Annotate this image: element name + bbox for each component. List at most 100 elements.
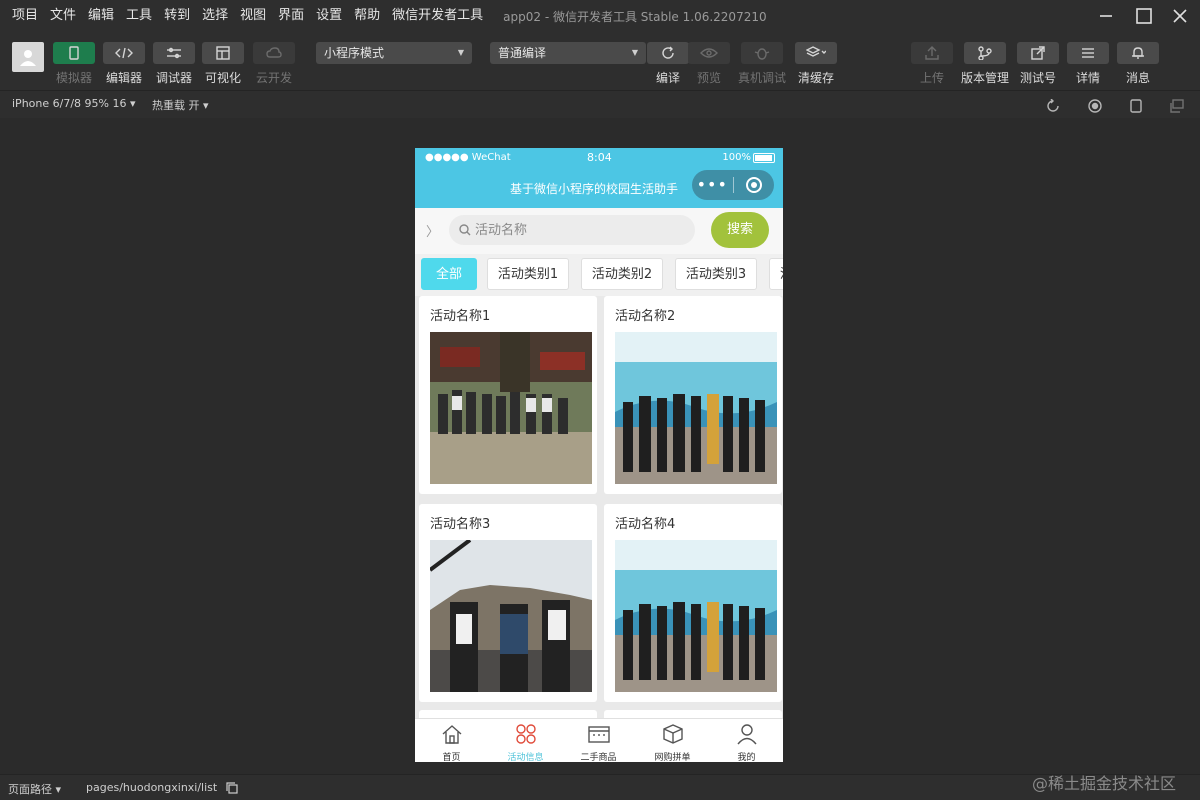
clear-cache-button[interactable] <box>795 42 837 64</box>
menu-view[interactable]: 视图 <box>234 0 272 32</box>
close-button[interactable] <box>1160 0 1200 32</box>
preview-label: 预览 <box>696 71 722 85</box>
compile-select[interactable]: 普通编译 ▼ <box>490 42 646 64</box>
search-input[interactable] <box>475 215 685 245</box>
remote-debug-button[interactable] <box>741 42 783 64</box>
preview-button[interactable] <box>688 42 730 64</box>
simulator-label: 模拟器 <box>55 71 93 85</box>
editor-button[interactable] <box>103 42 145 64</box>
tab-group-buy[interactable]: 网购拼单 <box>636 719 709 762</box>
eye-icon <box>700 48 718 58</box>
visual-button[interactable] <box>202 42 244 64</box>
remote-debug-label: 真机调试 <box>737 71 787 85</box>
capsule-menu: ••• <box>692 170 774 200</box>
watermark: @稀土掘金技术社区 <box>1032 774 1177 793</box>
menu-project[interactable]: 项目 <box>0 0 44 32</box>
chevron-right-icon[interactable]: 〉 <box>426 221 439 240</box>
search-bar: 〉 搜索 <box>415 208 783 254</box>
box-icon <box>663 724 683 744</box>
device-select[interactable]: iPhone 6/7/8 95% 16 ▾ <box>12 97 136 110</box>
compile-label: 编译 <box>655 71 681 85</box>
carrier: ●●●●● WeChat <box>425 152 511 163</box>
copy-button[interactable] <box>226 782 238 797</box>
debugger-button[interactable] <box>153 42 195 64</box>
record-icon <box>1088 99 1102 113</box>
battery-icon <box>753 153 775 163</box>
activity-card[interactable]: 活动名称4 <box>604 504 782 702</box>
maximize-button[interactable] <box>1124 0 1164 32</box>
tab-label: 我的 <box>737 753 756 762</box>
messages-button[interactable] <box>1117 42 1159 64</box>
activity-photo <box>430 332 592 484</box>
page-path-label[interactable]: 页面路径 ▾ <box>8 781 61 797</box>
debugger-label: 调试器 <box>155 71 193 85</box>
search-button[interactable]: 搜索 <box>711 212 769 248</box>
version-button[interactable] <box>964 42 1006 64</box>
phone-icon <box>1130 99 1142 113</box>
upload-label: 上传 <box>919 71 945 85</box>
minimize-button[interactable] <box>1086 0 1126 32</box>
cloud-label: 云开发 <box>255 71 293 85</box>
menu-edit[interactable]: 编辑 <box>82 0 120 32</box>
cloud-icon <box>266 47 282 58</box>
page-path: pages/huodongxinxi/list <box>86 781 218 794</box>
close-app-button[interactable] <box>733 176 774 194</box>
activity-card[interactable]: 活动名称3 <box>419 504 597 702</box>
simulator-button[interactable] <box>53 42 95 64</box>
detach-button[interactable] <box>1170 98 1184 117</box>
activity-photo <box>615 332 777 484</box>
test-account-button[interactable] <box>1017 42 1059 64</box>
test-account-label: 测试号 <box>1019 71 1057 85</box>
messages-label: 消息 <box>1125 71 1151 85</box>
user-avatar[interactable] <box>12 42 44 72</box>
category-3[interactable]: 活动类别3 <box>675 258 757 290</box>
device-button[interactable] <box>1130 98 1142 117</box>
window-icon <box>1170 99 1184 113</box>
maximize-icon <box>1136 8 1152 24</box>
menu-settings[interactable]: 设置 <box>310 0 348 32</box>
version-label: 版本管理 <box>960 71 1010 85</box>
menu-interface[interactable]: 界面 <box>272 0 310 32</box>
mode-select-value: 小程序模式 <box>324 46 385 60</box>
tab-label: 二手商品 <box>580 753 617 762</box>
tab-activities[interactable]: 活动信息 <box>489 719 562 762</box>
activity-card[interactable]: 活动名称1 <box>419 296 597 494</box>
activity-card[interactable]: 活动名称2 <box>604 296 782 494</box>
menu-select[interactable]: 选择 <box>196 0 234 32</box>
activity-title: 活动名称3 <box>430 517 491 532</box>
external-link-icon <box>1031 46 1045 60</box>
compile-button[interactable] <box>647 42 689 64</box>
caret-down-icon: ▼ <box>457 48 464 57</box>
tab-label: 活动信息 <box>507 753 544 762</box>
category-1[interactable]: 活动类别1 <box>487 258 569 290</box>
window-title: app02 - 微信开发者工具 Stable 1.06.2207210 <box>503 9 767 24</box>
activity-photo <box>430 540 592 692</box>
tab-second-hand[interactable]: 二手商品 <box>562 719 635 762</box>
hot-reload-toggle[interactable]: 热重载 开 ▾ <box>152 97 209 113</box>
cloud-button[interactable] <box>253 42 295 64</box>
category-2[interactable]: 活动类别2 <box>581 258 663 290</box>
toolbar: 模拟器 编辑器 调试器 可视化 云开发 小程序模式 ▼ 普通编译 ▼ 编译 预览… <box>0 32 1200 90</box>
record-button[interactable] <box>1088 98 1102 117</box>
mode-select[interactable]: 小程序模式 ▼ <box>316 42 472 64</box>
category-all[interactable]: 全部 <box>421 258 477 290</box>
category-4[interactable]: 活动类别4 <box>769 258 783 290</box>
phone-icon <box>69 46 79 60</box>
user-icon <box>737 724 757 745</box>
upload-button[interactable] <box>911 42 953 64</box>
menu-help[interactable]: 帮助 <box>348 0 386 32</box>
caret-down-icon: ▼ <box>631 48 638 57</box>
menu-goto[interactable]: 转到 <box>158 0 196 32</box>
details-button[interactable] <box>1067 42 1109 64</box>
rotate-button[interactable] <box>1046 98 1060 117</box>
menu-file[interactable]: 文件 <box>44 0 82 32</box>
search-box <box>449 215 695 245</box>
tab-profile[interactable]: 我的 <box>710 719 783 762</box>
tab-home[interactable]: 首页 <box>415 719 488 762</box>
branch-icon <box>978 46 992 60</box>
more-button[interactable]: ••• <box>692 170 733 200</box>
menu-tools[interactable]: 工具 <box>120 0 158 32</box>
search-icon <box>459 224 471 236</box>
menu-devtools[interactable]: 微信开发者工具 <box>386 0 489 32</box>
battery-percent: 100% <box>722 152 751 163</box>
